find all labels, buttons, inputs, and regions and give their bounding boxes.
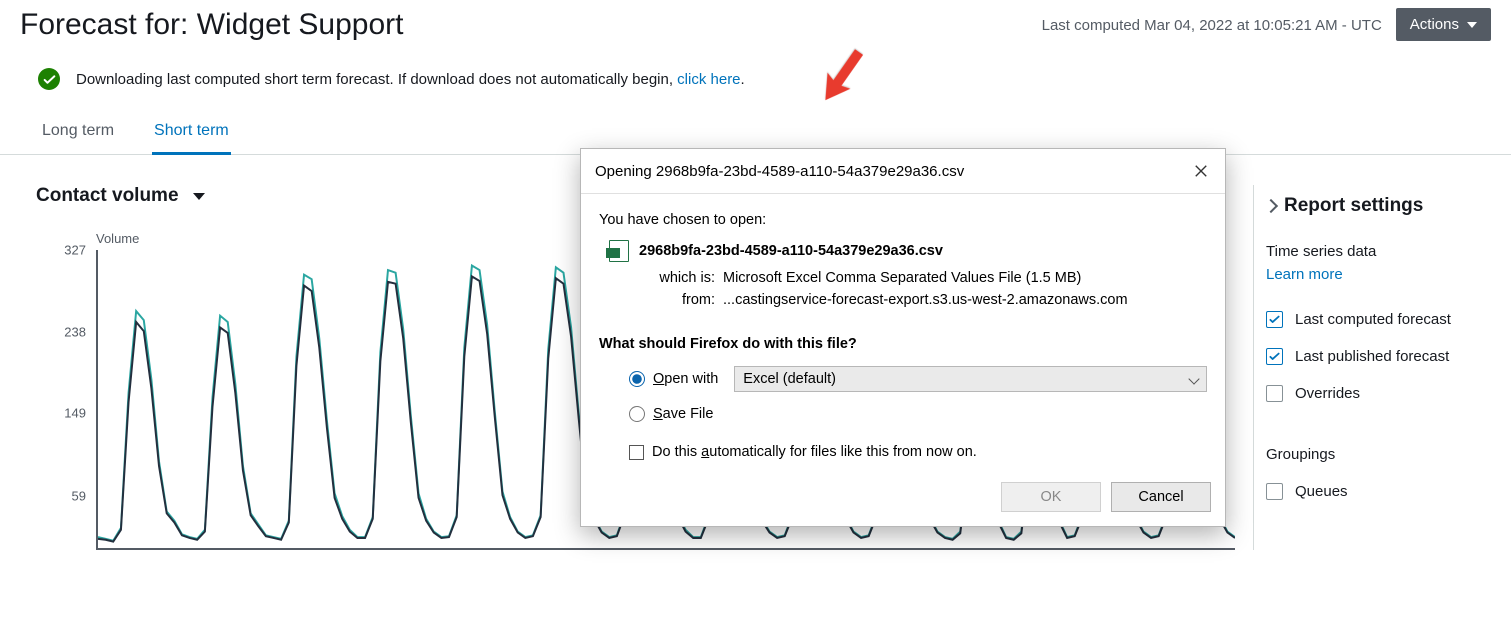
contact-volume-toggle[interactable]: Contact volume bbox=[36, 185, 205, 207]
close-icon bbox=[1194, 164, 1208, 178]
from-key: from: bbox=[645, 292, 715, 308]
y-tick: 238 bbox=[36, 324, 86, 339]
notice-before: Downloading last computed short term for… bbox=[76, 71, 677, 88]
dialog-footer: OK Cancel bbox=[581, 472, 1225, 526]
y-tick: 149 bbox=[36, 406, 86, 421]
last-computed-timestamp: Last computed Mar 04, 2022 at 10:05:21 A… bbox=[1042, 17, 1382, 34]
file-meta: which is: Microsoft Excel Comma Separate… bbox=[645, 270, 1207, 308]
checkbox-overrides[interactable] bbox=[1266, 385, 1283, 402]
click-here-link[interactable]: click here bbox=[677, 71, 740, 88]
report-settings-toggle[interactable]: Report settings bbox=[1266, 195, 1493, 217]
actions-label: Actions bbox=[1410, 16, 1459, 33]
dialog-titlebar: Opening 2968b9fa-23bd-4589-a110-54a379e2… bbox=[581, 149, 1225, 194]
y-tick: 59 bbox=[36, 488, 86, 503]
tab-short-term[interactable]: Short term bbox=[152, 112, 231, 155]
checkbox-last-published[interactable] bbox=[1266, 348, 1283, 365]
save-file-row: Save File bbox=[629, 406, 1207, 422]
remember-checkbox[interactable] bbox=[629, 445, 644, 460]
checkbox-queues[interactable] bbox=[1266, 483, 1283, 500]
download-dialog: Opening 2968b9fa-23bd-4589-a110-54a379e2… bbox=[580, 148, 1226, 527]
title-prefix: Forecast for: bbox=[20, 8, 197, 41]
label-queues: Queues bbox=[1295, 483, 1348, 500]
actions-button[interactable]: Actions bbox=[1396, 8, 1491, 41]
caret-down-icon bbox=[1467, 22, 1477, 28]
learn-more-link[interactable]: Learn more bbox=[1266, 266, 1493, 283]
success-check-icon bbox=[38, 68, 60, 90]
checkbox-last-computed[interactable] bbox=[1266, 311, 1283, 328]
tab-long-term[interactable]: Long term bbox=[40, 112, 116, 155]
notice-text: Downloading last computed short term for… bbox=[76, 71, 745, 88]
report-settings-panel: Report settings Time series data Learn m… bbox=[1253, 185, 1493, 550]
dialog-body: You have chosen to open: 2968b9fa-23bd-4… bbox=[581, 194, 1225, 472]
time-series-heading: Time series data bbox=[1266, 243, 1493, 260]
open-with-label[interactable]: Open with bbox=[653, 371, 718, 387]
open-with-app-select[interactable]: Excel (default) bbox=[734, 366, 1207, 392]
y-tick: 327 bbox=[36, 243, 86, 258]
open-with-row: Open with Excel (default) bbox=[629, 366, 1207, 392]
save-file-label[interactable]: Save File bbox=[653, 406, 713, 422]
save-file-rest: ave File bbox=[663, 406, 714, 422]
chevron-right-icon bbox=[1264, 199, 1278, 213]
from-value: ...castingservice-forecast-export.s3.us-… bbox=[723, 292, 1207, 308]
download-notice: Downloading last computed short term for… bbox=[0, 54, 1511, 104]
remember-label[interactable]: Do this automatically for files like thi… bbox=[652, 444, 977, 460]
ok-button[interactable]: OK bbox=[1001, 482, 1101, 512]
open-with-rest: pen with bbox=[664, 371, 718, 387]
open-with-app: Excel (default) bbox=[743, 371, 836, 387]
which-is-key: which is: bbox=[645, 270, 715, 286]
radio-save-file[interactable] bbox=[629, 406, 645, 422]
header: Forecast for: Widget Support Last comput… bbox=[0, 0, 1511, 54]
file-row: 2968b9fa-23bd-4589-a110-54a379e29a36.csv bbox=[609, 240, 1207, 262]
page-title: Forecast for: Widget Support bbox=[20, 8, 1042, 42]
chosen-label: You have chosen to open: bbox=[599, 212, 1207, 228]
remember-rest: utomatically for files like this from no… bbox=[709, 444, 977, 460]
label-last-published: Last published forecast bbox=[1295, 348, 1449, 365]
notice-after: . bbox=[741, 71, 745, 88]
report-settings-label: Report settings bbox=[1284, 195, 1423, 217]
radio-open-with[interactable] bbox=[629, 371, 645, 387]
caret-down-icon bbox=[193, 193, 205, 200]
dialog-close-button[interactable] bbox=[1187, 157, 1215, 185]
dialog-title: Opening 2968b9fa-23bd-4589-a110-54a379e2… bbox=[595, 163, 1187, 180]
label-overrides: Overrides bbox=[1295, 385, 1360, 402]
excel-file-icon bbox=[609, 240, 629, 262]
cancel-button[interactable]: Cancel bbox=[1111, 482, 1211, 512]
chevron-down-icon bbox=[1188, 373, 1199, 384]
which-is-value: Microsoft Excel Comma Separated Values F… bbox=[723, 270, 1207, 286]
label-last-computed: Last computed forecast bbox=[1295, 311, 1451, 328]
section-label: Contact volume bbox=[36, 185, 179, 207]
file-name: 2968b9fa-23bd-4589-a110-54a379e29a36.csv bbox=[639, 243, 943, 259]
groupings-heading: Groupings bbox=[1266, 446, 1493, 463]
action-prompt: What should Firefox do with this file? bbox=[599, 336, 1207, 352]
remember-row: Do this automatically for files like thi… bbox=[629, 444, 1207, 460]
title-name: Widget Support bbox=[197, 8, 404, 41]
